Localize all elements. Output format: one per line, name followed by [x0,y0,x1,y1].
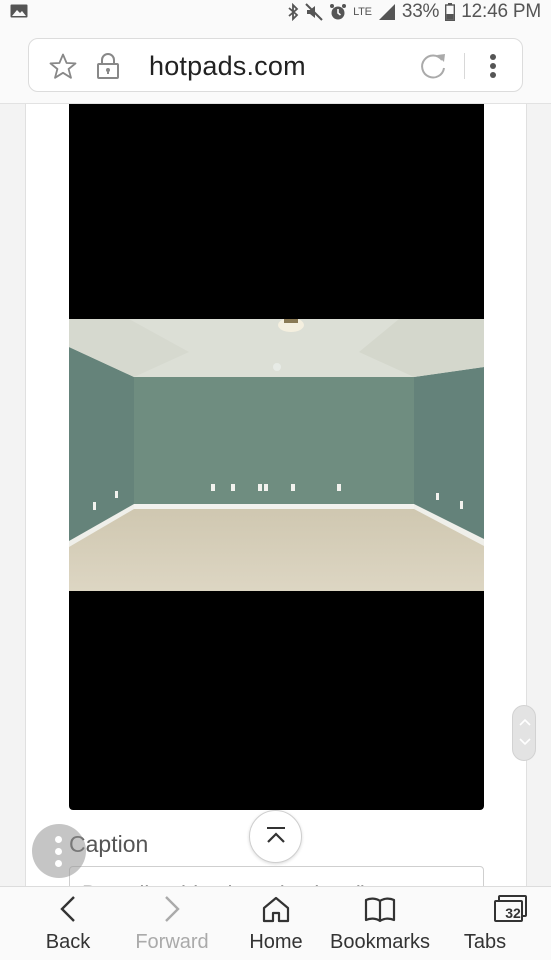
home-button[interactable]: Home [246,887,306,960]
home-icon [262,896,290,923]
chevron-down-icon [519,738,531,746]
url-text[interactable]: hotpads.com [149,51,306,82]
home-label: Home [249,931,303,953]
forward-button[interactable]: Forward [132,887,212,960]
lock-icon [97,53,119,79]
forward-label: Forward [135,931,209,953]
scroll-to-top-button[interactable] [249,810,302,863]
alarm-icon [330,4,347,20]
bluetooth-icon [288,3,299,21]
tabs-button[interactable]: 32 Tabs [459,887,527,960]
browser-toolbar: hotpads.com [0,24,551,104]
room-photo [69,319,484,591]
network-type: LTE [353,6,372,18]
clock: 12:46 PM [461,1,541,22]
bookmarks-label: Bookmarks [329,931,431,953]
status-bar: LTE 33% 12:46 PM [0,0,551,24]
back-button[interactable]: Back [42,887,94,960]
chevron-up-icon [519,718,531,726]
mute-icon [305,3,323,21]
toolbar-divider [464,53,465,79]
battery-icon [445,3,456,21]
chevron-up-icon [267,827,285,843]
back-arrow-icon [60,896,75,922]
back-label: Back [45,931,91,953]
signal-icon [378,4,395,20]
bookmarks-button[interactable]: Bookmarks [328,887,432,960]
browser-bottom-nav: Back Forward Home Bookmarks 32 Tabs [0,886,551,960]
star-icon[interactable] [49,53,77,79]
battery-percent: 33% [401,1,440,22]
reload-icon[interactable] [418,51,448,81]
tabs-label: Tabs [463,931,507,953]
address-bar[interactable]: hotpads.com [28,38,523,92]
quick-menu-button[interactable] [32,824,86,878]
menu-icon[interactable] [484,53,502,79]
web-content: Caption Describe this photo (optional) [0,104,551,886]
tab-count: 32 [505,905,521,921]
bookmarks-icon [364,897,396,923]
forward-arrow-icon [165,896,180,922]
caption-input[interactable]: Describe this photo (optional) [69,866,484,886]
photo-viewer[interactable] [69,104,484,810]
fast-scroll-handle[interactable] [512,705,536,761]
gallery-icon [10,4,28,18]
